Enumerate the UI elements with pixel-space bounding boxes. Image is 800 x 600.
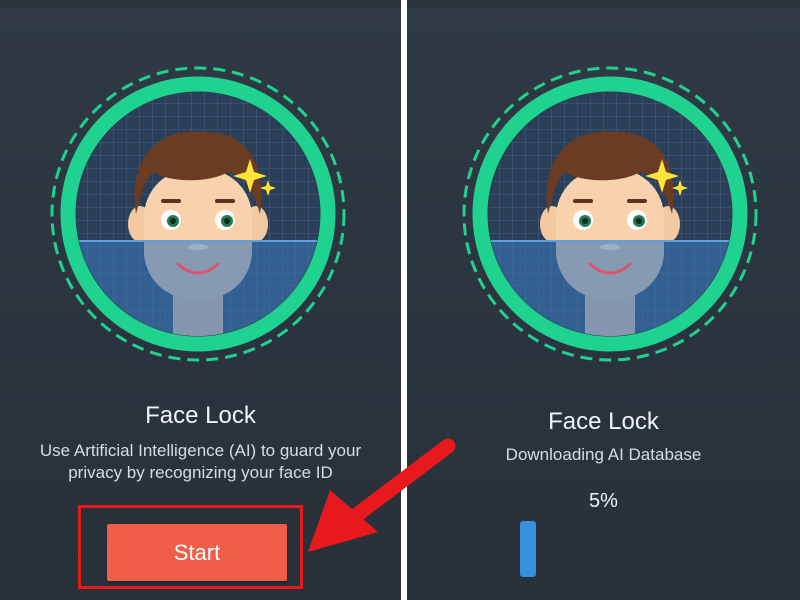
- top-strip: [407, 0, 800, 8]
- progress-bar-fill: [520, 521, 536, 577]
- arrow-annotation: [308, 438, 456, 552]
- page-title: Face Lock: [548, 408, 659, 435]
- face-scan-illustration: [462, 66, 758, 362]
- face-lock-download-panel: Face Lock Downloading AI Database 5%: [407, 0, 800, 600]
- progress-percent: 5%: [589, 490, 618, 512]
- download-status-text: Downloading AI Database: [505, 445, 702, 464]
- top-strip: [0, 0, 401, 8]
- face-scan-illustration: [50, 66, 346, 362]
- page-title: Face Lock: [145, 402, 256, 429]
- progress-bar: [520, 521, 536, 577]
- start-button[interactable]: Start: [107, 524, 287, 581]
